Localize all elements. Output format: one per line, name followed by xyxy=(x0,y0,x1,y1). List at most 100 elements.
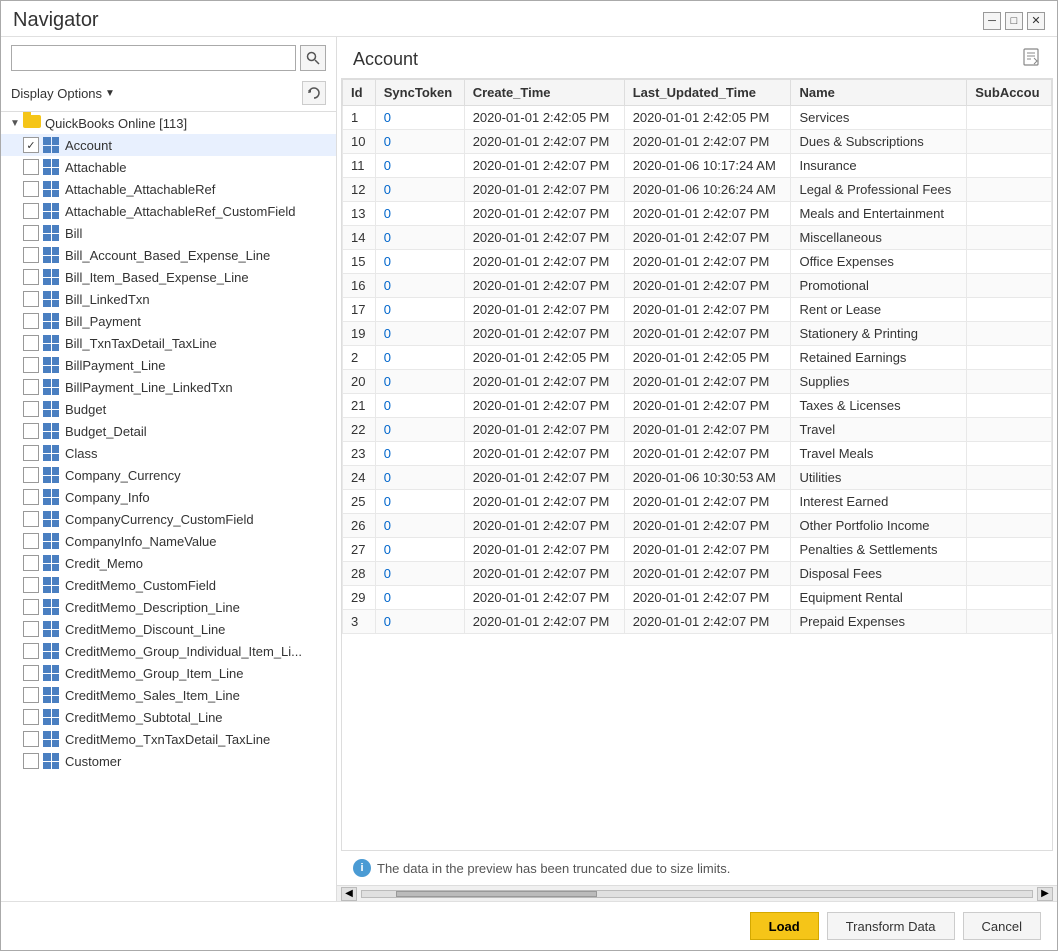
horizontal-scrollbar[interactable]: ◀ ▶ xyxy=(337,885,1057,901)
scroll-track[interactable] xyxy=(361,890,1033,898)
sidebar-item-customer[interactable]: Customer xyxy=(1,750,336,772)
tree-checkbox[interactable] xyxy=(23,401,39,417)
sidebar-item-billpayment-line-linkedtxn[interactable]: BillPayment_Line_LinkedTxn xyxy=(1,376,336,398)
table-cell: 2020-01-01 2:42:05 PM xyxy=(464,106,624,130)
table-cell: 2020-01-01 2:42:07 PM xyxy=(464,562,624,586)
table-cell: 2020-01-01 2:42:07 PM xyxy=(464,490,624,514)
search-bar xyxy=(1,37,336,79)
table-cell: 2020-01-01 2:42:07 PM xyxy=(464,610,624,634)
tree-item-label: CreditMemo_Subtotal_Line xyxy=(65,710,223,725)
scroll-right-button[interactable]: ▶ xyxy=(1037,887,1053,901)
table-cell: Other Portfolio Income xyxy=(791,514,967,538)
refresh-button[interactable] xyxy=(302,81,326,105)
sidebar-item-account[interactable]: Account xyxy=(1,134,336,156)
tree-checkbox[interactable] xyxy=(23,159,39,175)
tree-checkbox[interactable] xyxy=(23,379,39,395)
sidebar-item-company-info[interactable]: Company_Info xyxy=(1,486,336,508)
table-cell: 0 xyxy=(375,130,464,154)
sidebar-item-creditmemo-sales-item-line[interactable]: CreditMemo_Sales_Item_Line xyxy=(1,684,336,706)
tree-checkbox[interactable] xyxy=(23,445,39,461)
tree-checkbox[interactable] xyxy=(23,467,39,483)
export-icon[interactable] xyxy=(1021,47,1041,72)
sidebar-item-bill-account-based-expense-line[interactable]: Bill_Account_Based_Expense_Line xyxy=(1,244,336,266)
display-options-button[interactable]: Display Options ▼ xyxy=(11,86,115,101)
tree-checkbox[interactable] xyxy=(23,269,39,285)
table-cell: 2020-01-01 2:42:05 PM xyxy=(464,346,624,370)
table-cell: Insurance xyxy=(791,154,967,178)
info-bar: i The data in the preview has been trunc… xyxy=(337,851,1057,885)
sidebar-item-bill[interactable]: Bill xyxy=(1,222,336,244)
tree-checkbox[interactable] xyxy=(23,313,39,329)
tree-checkbox[interactable] xyxy=(23,599,39,615)
cancel-button[interactable]: Cancel xyxy=(963,912,1041,940)
sidebar-item-bill-linkedtxn[interactable]: Bill_LinkedTxn xyxy=(1,288,336,310)
tree-checkbox[interactable] xyxy=(23,621,39,637)
tree-checkbox[interactable] xyxy=(23,357,39,373)
sidebar-item-creditmemo-txntaxdetail-taxline[interactable]: CreditMemo_TxnTaxDetail_TaxLine xyxy=(1,728,336,750)
tree-checkbox[interactable] xyxy=(23,511,39,527)
maximize-button[interactable]: □ xyxy=(1005,12,1023,30)
scroll-thumb[interactable] xyxy=(396,891,597,897)
sidebar-item-creditmemo-discount-line[interactable]: CreditMemo_Discount_Line xyxy=(1,618,336,640)
search-button[interactable] xyxy=(300,45,326,71)
sidebar-item-attachable[interactable]: Attachable xyxy=(1,156,336,178)
tree-checkbox[interactable] xyxy=(23,423,39,439)
sidebar-item-budget[interactable]: Budget xyxy=(1,398,336,420)
tree-checkbox[interactable] xyxy=(23,225,39,241)
table-icon xyxy=(43,731,59,747)
transform-data-button[interactable]: Transform Data xyxy=(827,912,955,940)
tree-checkbox[interactable] xyxy=(23,643,39,659)
search-input[interactable] xyxy=(11,45,296,71)
minimize-button[interactable]: ─ xyxy=(983,12,1001,30)
table-header: IdSyncTokenCreate_TimeLast_Updated_TimeN… xyxy=(343,80,1052,106)
sidebar-item-creditmemo-subtotal-line[interactable]: CreditMemo_Subtotal_Line xyxy=(1,706,336,728)
table-cell: Interest Earned xyxy=(791,490,967,514)
sidebar-item-company-currency[interactable]: Company_Currency xyxy=(1,464,336,486)
table-icon xyxy=(43,753,59,769)
tree-checkbox[interactable] xyxy=(23,665,39,681)
sidebar-item-bill-item-based-expense-line[interactable]: Bill_Item_Based_Expense_Line xyxy=(1,266,336,288)
tree-item-label: Budget xyxy=(65,402,106,417)
load-button[interactable]: Load xyxy=(750,912,819,940)
tree-checkbox[interactable] xyxy=(23,291,39,307)
sidebar-item-creditmemo-description-line[interactable]: CreditMemo_Description_Line xyxy=(1,596,336,618)
sidebar-item-attachable-attachableref[interactable]: Attachable_AttachableRef xyxy=(1,178,336,200)
sidebar-item-companyinfo-namevalue[interactable]: CompanyInfo_NameValue xyxy=(1,530,336,552)
table-cell xyxy=(967,226,1052,250)
close-button[interactable]: ✕ xyxy=(1027,12,1045,30)
sidebar-item-bill-txntaxdetail-taxline[interactable]: Bill_TxnTaxDetail_TaxLine xyxy=(1,332,336,354)
sidebar-item-attachable-attachableref-customfield[interactable]: Attachable_AttachableRef_CustomField xyxy=(1,200,336,222)
table-cell: 0 xyxy=(375,370,464,394)
tree-checkbox[interactable] xyxy=(23,731,39,747)
sidebar-item-credit-memo[interactable]: Credit_Memo xyxy=(1,552,336,574)
sidebar-item-companycurrency-customfield[interactable]: CompanyCurrency_CustomField xyxy=(1,508,336,530)
tree-checkbox[interactable] xyxy=(23,137,39,153)
table-cell: 0 xyxy=(375,586,464,610)
tree-checkbox[interactable] xyxy=(23,533,39,549)
sidebar-item-bill-payment[interactable]: Bill_Payment xyxy=(1,310,336,332)
sidebar-item-billpayment-line[interactable]: BillPayment_Line xyxy=(1,354,336,376)
tree-checkbox[interactable] xyxy=(23,489,39,505)
sidebar-item-budget-detail[interactable]: Budget_Detail xyxy=(1,420,336,442)
tree-expand-icon[interactable]: ▼ xyxy=(7,118,23,129)
tree-container[interactable]: ▼ QuickBooks Online [113] AccountAttacha… xyxy=(1,111,336,901)
table-icon xyxy=(43,291,59,307)
sidebar-item-creditmemo-group-item-line[interactable]: CreditMemo_Group_Item_Line xyxy=(1,662,336,684)
tree-checkbox[interactable] xyxy=(23,753,39,769)
tree-checkbox[interactable] xyxy=(23,203,39,219)
scroll-left-button[interactable]: ◀ xyxy=(341,887,357,901)
table-row: 2102020-01-01 2:42:07 PM2020-01-01 2:42:… xyxy=(343,394,1052,418)
tree-checkbox[interactable] xyxy=(23,709,39,725)
sidebar-item-creditmemo-customfield[interactable]: CreditMemo_CustomField xyxy=(1,574,336,596)
tree-checkbox[interactable] xyxy=(23,247,39,263)
tree-checkbox[interactable] xyxy=(23,335,39,351)
tree-checkbox[interactable] xyxy=(23,577,39,593)
sidebar-item-creditmemo-group-individual-item-li---[interactable]: CreditMemo_Group_Individual_Item_Li... xyxy=(1,640,336,662)
sidebar-item-class[interactable]: Class xyxy=(1,442,336,464)
tree-checkbox[interactable] xyxy=(23,555,39,571)
table-icon xyxy=(43,643,59,659)
tree-item-label: Bill xyxy=(65,226,82,241)
tree-root-item[interactable]: ▼ QuickBooks Online [113] xyxy=(1,112,336,134)
tree-checkbox[interactable] xyxy=(23,687,39,703)
tree-checkbox[interactable] xyxy=(23,181,39,197)
